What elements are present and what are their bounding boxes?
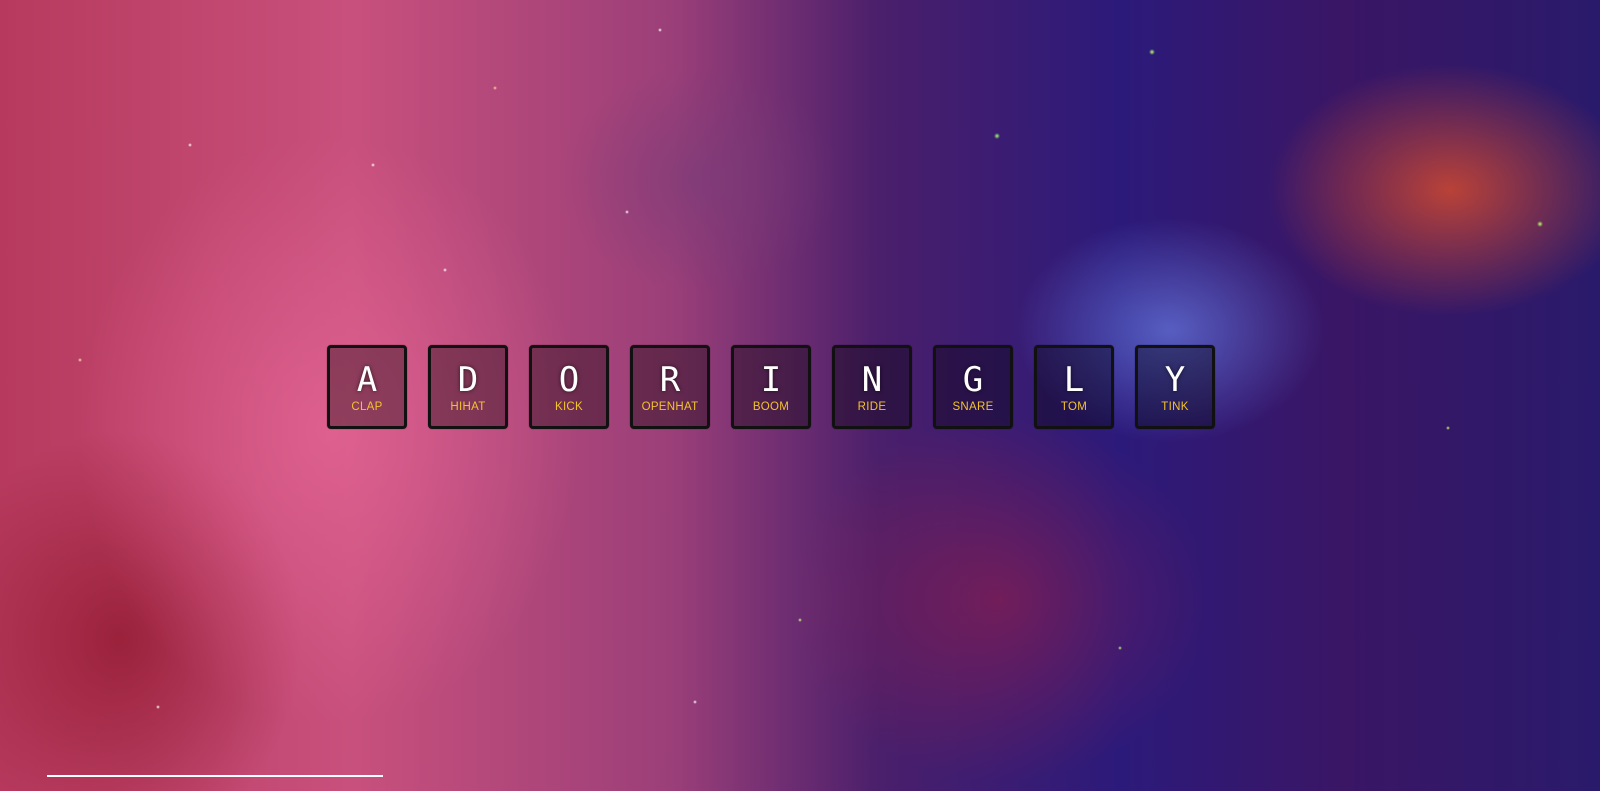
drum-key-snare[interactable]: G SNARE bbox=[933, 345, 1013, 429]
drum-key-tom[interactable]: L TOM bbox=[1034, 345, 1114, 429]
key-letter: D bbox=[457, 360, 479, 400]
drum-keys: A CLAP D HIHAT O KICK R OPENHAT I BOOM N… bbox=[327, 345, 1215, 429]
drum-key-kick[interactable]: O KICK bbox=[529, 345, 609, 429]
key-sound-label: SNARE bbox=[952, 401, 994, 413]
key-sound-label: BOOM bbox=[752, 401, 790, 413]
drum-key-clap[interactable]: A CLAP bbox=[327, 345, 407, 429]
key-letter: Y bbox=[1164, 360, 1186, 400]
key-letter: G bbox=[962, 360, 984, 400]
key-letter: R bbox=[659, 360, 681, 400]
key-letter: A bbox=[356, 360, 378, 400]
key-sound-label: KICK bbox=[554, 401, 584, 413]
key-sound-label: HIHAT bbox=[450, 401, 486, 413]
drum-key-ride[interactable]: N RIDE bbox=[832, 345, 912, 429]
drum-key-openhat[interactable]: R OPENHAT bbox=[630, 345, 710, 429]
key-sound-label: TOM bbox=[1060, 401, 1088, 413]
bottom-scrollbar-strip bbox=[47, 775, 383, 777]
key-sound-label: TINK bbox=[1161, 401, 1189, 413]
key-letter: O bbox=[558, 360, 580, 400]
key-sound-label: RIDE bbox=[857, 401, 887, 413]
key-letter: N bbox=[861, 360, 883, 400]
key-sound-label: CLAP bbox=[351, 401, 383, 413]
key-letter: I bbox=[760, 360, 782, 400]
key-sound-label: OPENHAT bbox=[641, 401, 699, 413]
drum-key-boom[interactable]: I BOOM bbox=[731, 345, 811, 429]
drum-key-hihat[interactable]: D HIHAT bbox=[428, 345, 508, 429]
key-letter: L bbox=[1063, 360, 1085, 400]
drum-key-tink[interactable]: Y TINK bbox=[1135, 345, 1215, 429]
